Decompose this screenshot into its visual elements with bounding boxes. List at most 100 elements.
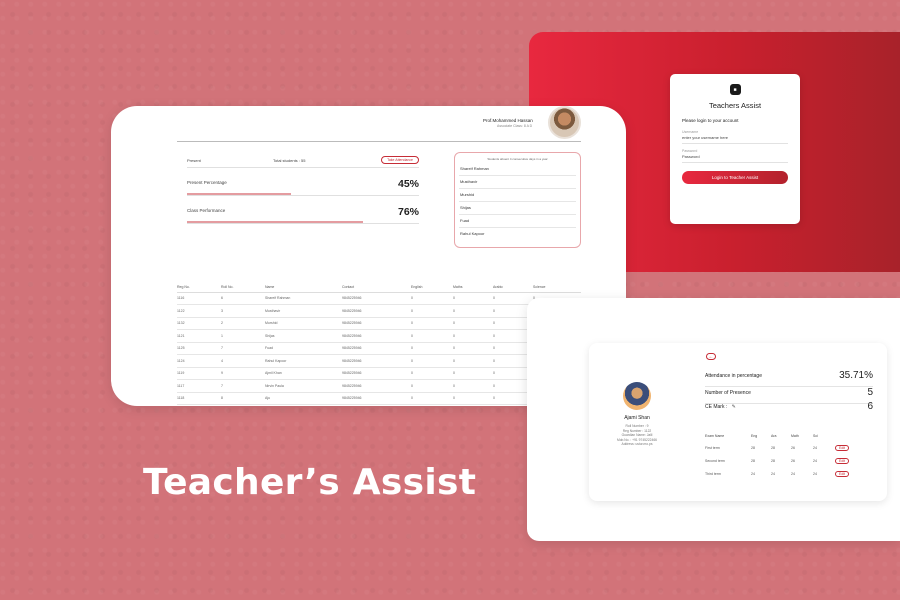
exam-row: Third term 24 24 24 24 Edit — [705, 467, 855, 480]
header-divider — [177, 141, 581, 142]
col-exam-name: Exam Name — [705, 434, 725, 438]
col-ara: Ara — [771, 434, 777, 438]
table-cell: 1117 — [177, 379, 221, 393]
exam-action-cell: Edit — [835, 441, 855, 454]
table-cell: 0 — [453, 317, 493, 330]
table-cell: 0 — [411, 354, 453, 368]
table-cell: 9845225946 — [342, 292, 411, 305]
password-field[interactable]: Password — [682, 153, 788, 163]
table-cell: 9845225946 — [342, 379, 411, 393]
students-table-header: Reg No. Roll No. Name Contact English Ma… — [177, 282, 581, 293]
table-cell: 1118 — [177, 392, 221, 405]
present-percentage-label: Present Percentage — [187, 180, 227, 185]
table-cell: 0 — [411, 367, 453, 380]
table-cell: 7 — [221, 379, 265, 393]
table-cell: 0 — [411, 342, 453, 355]
col-eng: Eng — [751, 434, 758, 438]
username-field[interactable]: enter your username here — [682, 134, 788, 144]
teacher-avatar[interactable] — [548, 106, 581, 139]
table-cell: Shareif Rahman — [265, 292, 342, 305]
page-headline: Teacher’s Assist — [143, 462, 477, 503]
login-button[interactable]: Login to Teacher Assist — [682, 171, 788, 184]
exam-cell: Second term — [705, 458, 725, 463]
absent-item[interactable]: Rahul Kapoor — [459, 228, 576, 241]
table-row[interactable]: 11322Murshid98452259460000 — [177, 317, 581, 330]
table-cell: 1124 — [177, 354, 221, 368]
presence-row: Number of Presence 5 — [705, 387, 873, 404]
col-science: Science — [533, 282, 581, 293]
students-table: Reg No. Roll No. Name Contact English Ma… — [177, 282, 581, 405]
table-cell: 3 — [221, 304, 265, 318]
present-percentage-bar — [187, 193, 292, 195]
student-info: Ajami Shan Roll Number : 9 Reg Number : … — [605, 415, 669, 447]
table-cell: 0 — [493, 292, 533, 305]
absent-item[interactable]: Shijas — [459, 202, 576, 215]
ce-mark-value: 6 — [867, 401, 873, 412]
exam-row: Second term 28 28 26 24 Edit — [705, 454, 855, 467]
absent-item[interactable]: Murshid — [459, 189, 576, 202]
take-attendance-button[interactable]: Take Attendance — [381, 156, 419, 164]
table-cell: 9845225946 — [342, 342, 411, 355]
absent-item[interactable]: Shareif Rahman — [459, 163, 576, 176]
total-students: Total students : 55 — [273, 157, 306, 163]
table-cell: Murshid — [265, 317, 342, 330]
exam-cell: Third term — [705, 471, 721, 476]
present-label: Present — [187, 157, 201, 163]
exam-row: First term 28 28 26 24 Edit — [705, 441, 855, 454]
table-cell: 0 — [453, 379, 493, 393]
table-cell: 9845225946 — [342, 354, 411, 368]
table-cell: 1132 — [177, 317, 221, 330]
table-row[interactable]: 11211Shijas98452259460000 — [177, 329, 581, 343]
table-row[interactable]: 11188Aju98452259460000 — [177, 392, 581, 405]
login-card: ■ Teachers Assist Please login to your a… — [670, 74, 800, 224]
table-cell: 0 — [411, 304, 453, 318]
table-cell: 1 — [221, 329, 265, 343]
absent-item[interactable]: Musthavir — [459, 176, 576, 189]
student-detail-panel: ← Attendance in percentage 35.71% Number… — [527, 298, 900, 541]
table-cell: 1119 — [177, 367, 221, 380]
table-row[interactable]: 11223Musthavir98452259460000 — [177, 304, 581, 318]
class-performance-value: 76% — [397, 206, 419, 218]
student-name: Ajami Shan — [624, 415, 650, 421]
exam-marks-table: Exam Name Eng Ara Math Sci First term 28 2… — [705, 431, 855, 480]
table-row[interactable]: 11177Nirvin Paula98452259460000 — [177, 379, 581, 393]
table-cell: 9 — [221, 367, 265, 380]
table-cell: 0 — [411, 317, 453, 330]
exam-cell: 24 — [771, 471, 775, 476]
exam-cell: 24 — [791, 471, 795, 476]
teacher-name: Prof.Mohammed Hassan — [483, 118, 533, 123]
table-row[interactable]: 11244Rahul Kapoor98452259460000 — [177, 354, 581, 368]
ce-mark-label: CE Mark : — [705, 404, 728, 410]
edit-button[interactable]: Edit — [835, 444, 850, 451]
table-cell: 1116 — [177, 292, 221, 305]
app-logo-icon: ■ — [729, 84, 741, 95]
col-maths: Maths — [453, 282, 493, 293]
exam-cell: 28 — [751, 458, 755, 463]
table-row[interactable]: 11166Shareif Rahman98452259460000 — [177, 292, 581, 305]
table-cell: 7 — [221, 342, 265, 355]
edit-button[interactable]: Edit — [835, 470, 850, 477]
table-cell: Shijas — [265, 329, 342, 343]
col-contact: Contact — [342, 282, 411, 293]
table-cell: 6 — [221, 292, 265, 305]
table-cell: 1121 — [177, 329, 221, 343]
exam-cell: 24 — [813, 458, 817, 463]
table-cell: 0 — [453, 292, 493, 305]
table-cell: 9845225946 — [342, 304, 411, 318]
table-row[interactable]: 11199Ajmil Khan98452259460000 — [177, 367, 581, 380]
login-subtitle: Please login to your account — [682, 118, 739, 123]
col-arabic: Arabic — [493, 282, 533, 293]
exam-cell: 26 — [791, 458, 795, 463]
class-performance-row: Class Performance 76% — [187, 196, 419, 224]
back-arrow-icon[interactable]: ← — [706, 353, 716, 360]
col-action — [835, 431, 855, 441]
exam-action-cell: Edit — [835, 467, 855, 480]
presence-value: 5 — [867, 387, 873, 398]
edit-pencil-icon[interactable]: ✎ — [732, 404, 736, 410]
exam-cell: First term — [705, 445, 720, 450]
absent-item[interactable]: Fuad — [459, 215, 576, 228]
edit-button[interactable]: Edit — [835, 457, 850, 464]
table-cell: Rahul Kapoor — [265, 354, 342, 368]
table-cell: 1122 — [177, 304, 221, 318]
table-row[interactable]: 11257Fuad98452259460000 — [177, 342, 581, 355]
